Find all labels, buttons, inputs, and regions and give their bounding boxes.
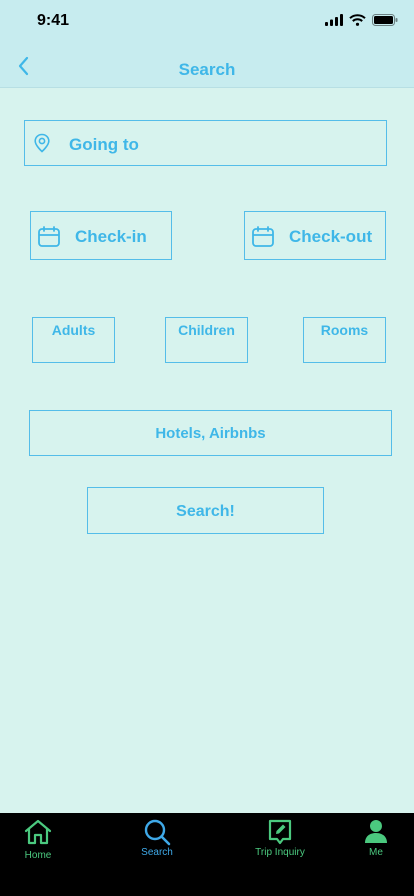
battery-icon: [372, 14, 398, 26]
check-in-field[interactable]: Check-in: [30, 211, 172, 260]
destination-placeholder: Going to: [69, 135, 139, 154]
rooms-field[interactable]: Rooms: [303, 317, 386, 363]
search-button[interactable]: Search!: [87, 487, 324, 534]
tab-search-label: Search: [141, 847, 173, 858]
search-icon: [144, 819, 171, 846]
status-bar: 9:41: [0, 0, 414, 44]
tab-home-label: Home: [24, 850, 52, 861]
signal-icon: [325, 14, 343, 26]
property-type-field[interactable]: Hotels, Airbnbs: [29, 410, 392, 456]
tab-search[interactable]: Search: [112, 813, 202, 873]
tab-me-label: Me: [369, 847, 383, 858]
tab-home[interactable]: Home: [0, 813, 83, 873]
tab-trip-inquiry[interactable]: Trip Inquiry: [235, 813, 325, 873]
tab-me[interactable]: Me: [331, 813, 414, 873]
rooms-label: Rooms: [320, 322, 369, 338]
calendar-icon: [38, 226, 60, 247]
check-out-field[interactable]: Check-out: [244, 211, 386, 260]
adults-field[interactable]: Adults: [32, 317, 115, 363]
children-label: Children: [178, 322, 235, 338]
search-button-label: Search!: [176, 503, 235, 520]
tab-bar: Home Search Trip Inquiry Me: [0, 813, 414, 896]
location-pin-icon: [34, 133, 50, 153]
wifi-icon: [349, 14, 366, 26]
adults-label: Adults: [51, 322, 96, 338]
calendar-icon: [252, 226, 274, 247]
edit-message-icon: [268, 819, 292, 845]
destination-field[interactable]: Going to: [24, 120, 387, 166]
check-in-label: Check-in: [75, 227, 147, 246]
home-icon: [24, 819, 52, 845]
check-out-label: Check-out: [289, 227, 373, 246]
user-icon: [365, 820, 387, 843]
page-title: Search: [178, 60, 236, 79]
status-time: 9:41: [37, 12, 70, 29]
property-type-label: Hotels, Airbnbs: [155, 425, 266, 442]
status-icons: [325, 14, 398, 26]
children-field[interactable]: Children: [165, 317, 248, 363]
tab-trip-inquiry-label: Trip Inquiry: [255, 847, 305, 858]
nav-bar: Search: [0, 44, 414, 88]
